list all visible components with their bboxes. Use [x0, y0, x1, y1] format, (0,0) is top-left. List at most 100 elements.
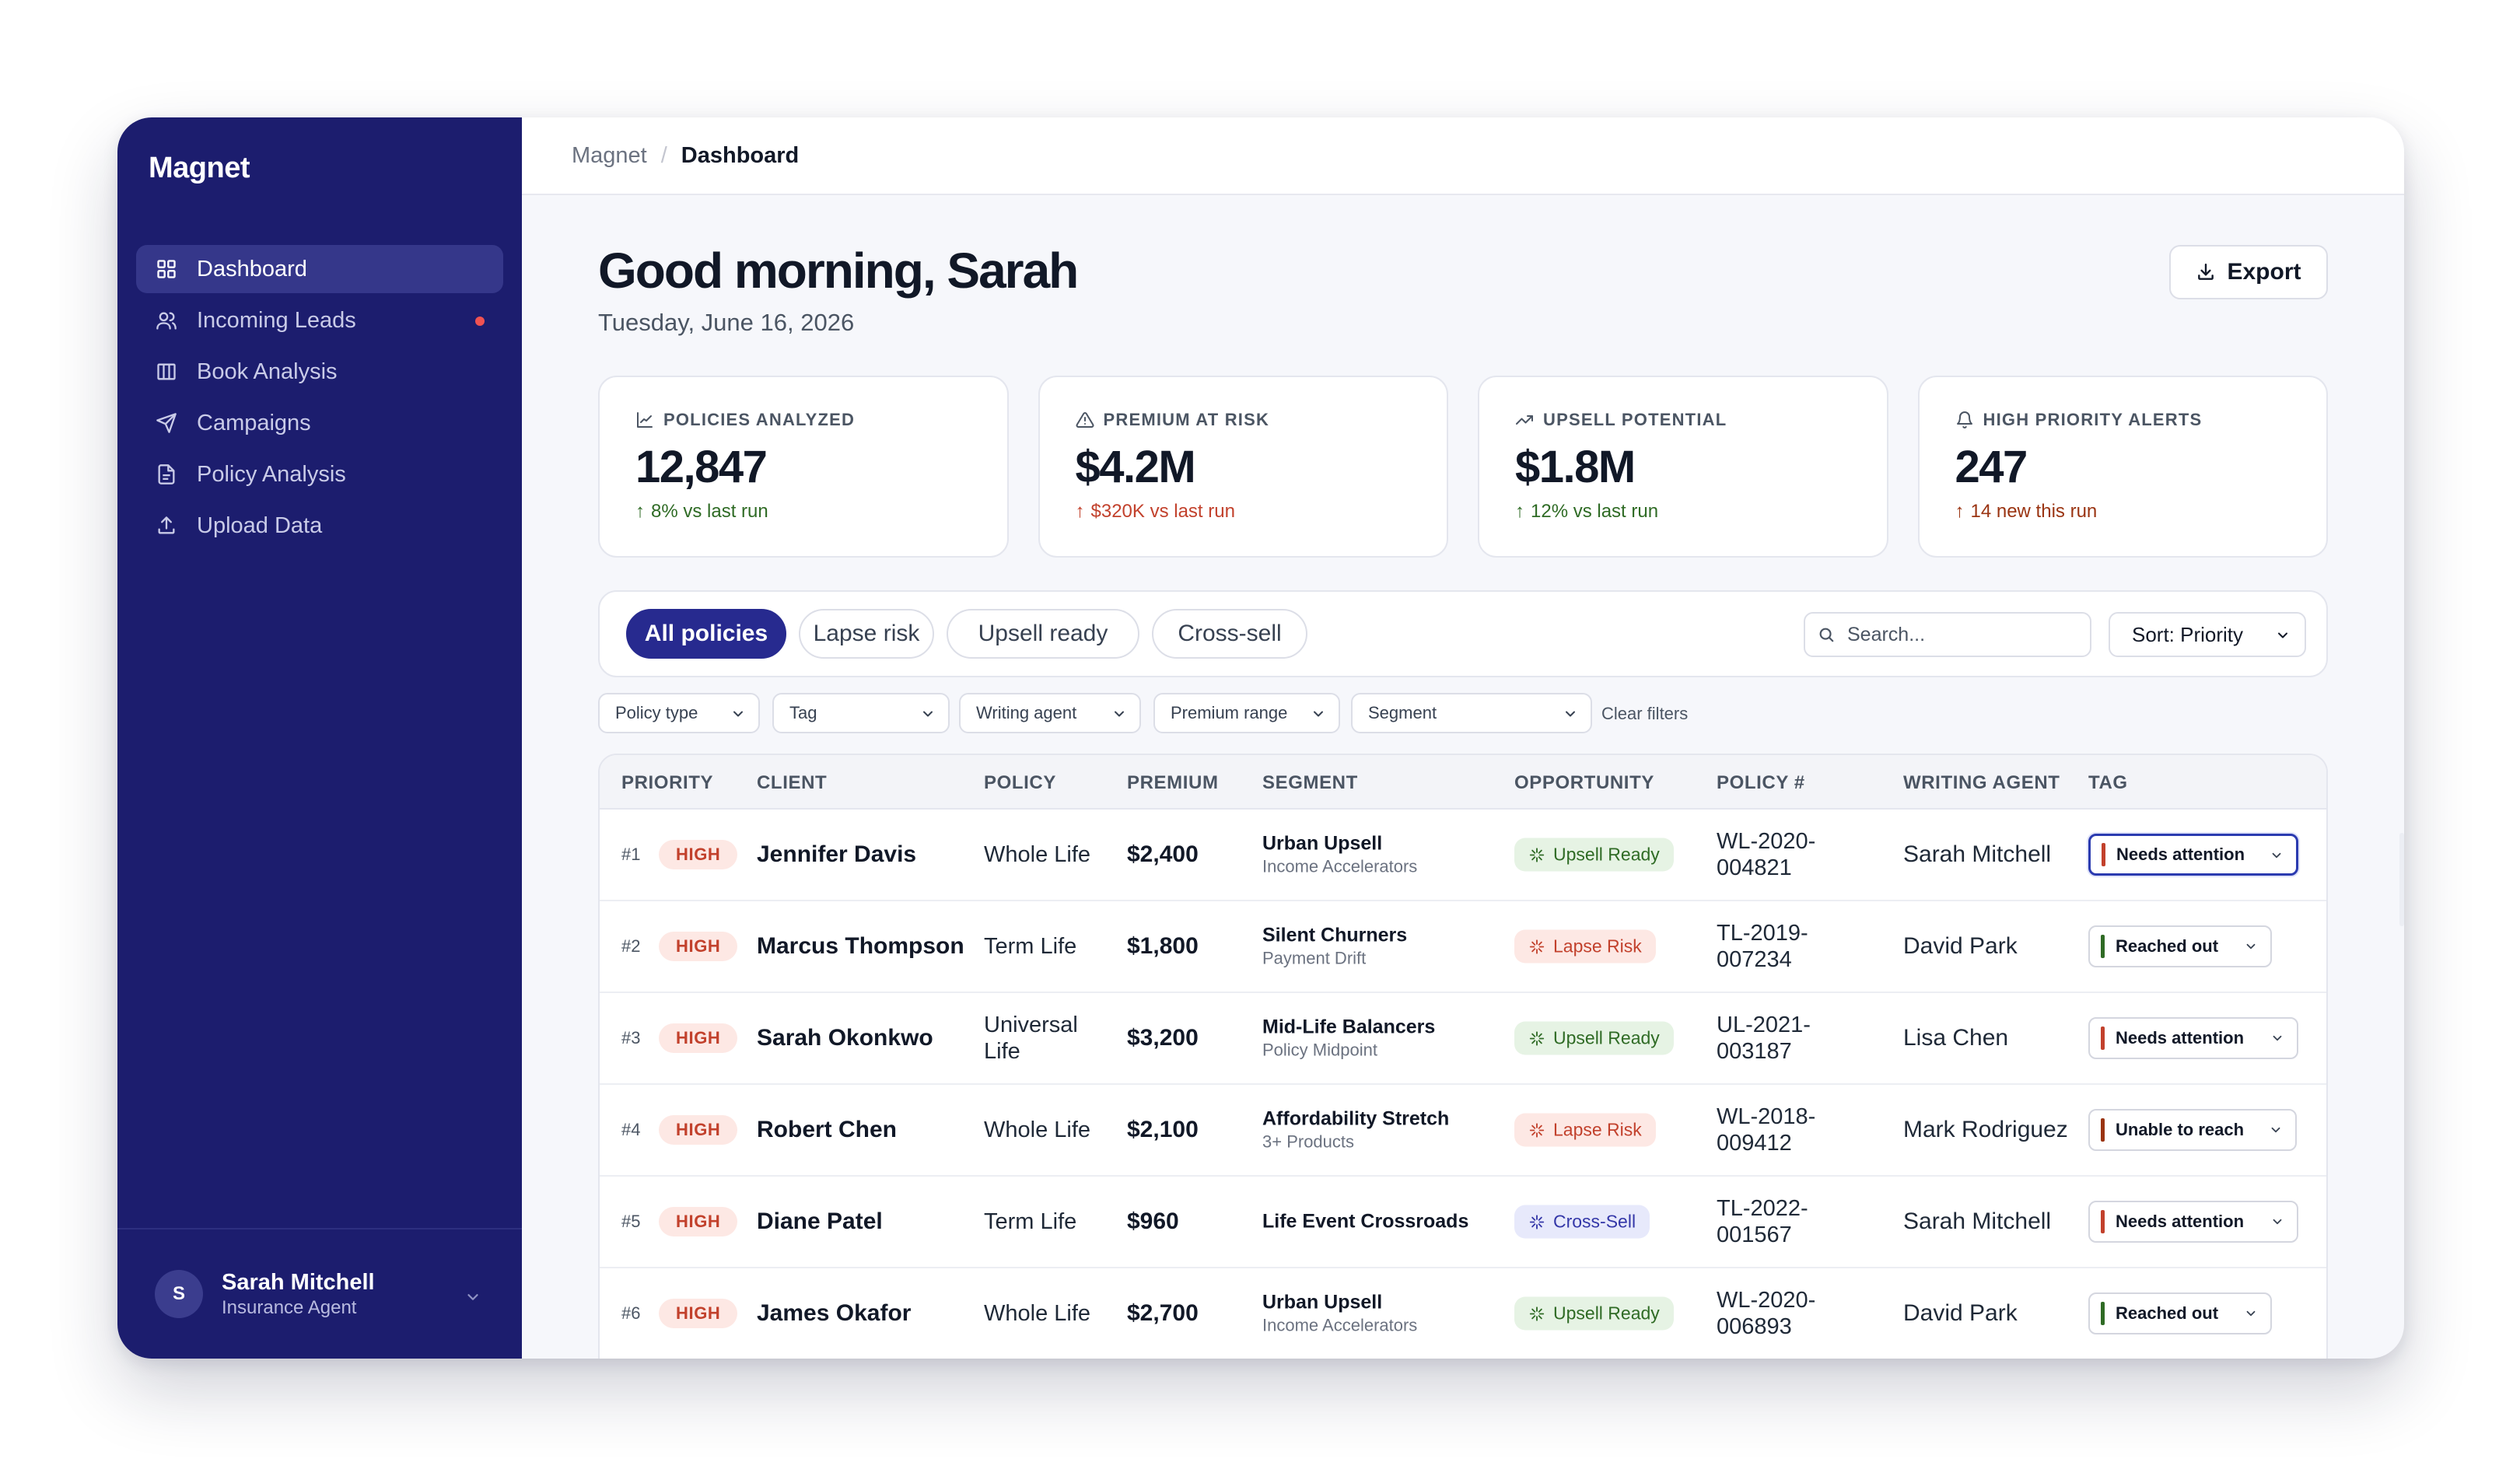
table-row[interactable]: #1 HIGH Jennifer Davis Whole Life $2,400 Urba… — [600, 810, 2326, 901]
filter-tag[interactable]: Tag — [772, 693, 950, 733]
sort-select[interactable]: Sort: Priority — [2109, 612, 2306, 657]
filter-policy-type[interactable]: Policy type — [598, 693, 760, 733]
search-box[interactable] — [1804, 612, 2091, 657]
column-header-policy[interactable]: POLICY — [984, 772, 1056, 794]
filter-premium-range[interactable]: Premium range — [1153, 693, 1340, 733]
column-header-client[interactable]: CLIENT — [757, 772, 827, 794]
opportunity-badge: Upsell Ready — [1514, 838, 1674, 872]
sort-value: Sort: Priority — [2132, 622, 2244, 646]
segment-name: Silent Churners — [1262, 924, 1408, 946]
filter-writing-agent[interactable]: Writing agent — [959, 693, 1141, 733]
table-row[interactable]: #3 HIGH Sarah Okonkwo Universal Life $3,200 M… — [600, 993, 2326, 1085]
tab-all-policies[interactable]: All policies — [626, 609, 786, 659]
sidebar-item-upload-data[interactable]: Upload Data — [136, 502, 503, 550]
stat-delta-text: 12% vs last run — [1531, 501, 1659, 522]
brand-logo[interactable]: Magnet — [149, 152, 250, 185]
opportunity-badge: Upsell Ready — [1514, 1296, 1674, 1331]
search-icon — [1819, 628, 1834, 642]
priority-rank: #4 — [621, 1120, 641, 1139]
tab-upsell-ready[interactable]: Upsell ready — [947, 609, 1139, 659]
filter-label: Segment — [1368, 703, 1437, 722]
page-title: Good morning, Sarah — [598, 243, 1079, 299]
stat-delta: ↑ 12% vs last run — [1515, 501, 1851, 523]
client-name[interactable]: Diane Patel — [757, 1208, 883, 1235]
client-name[interactable]: Marcus Thompson — [757, 933, 964, 960]
stat-delta: ↑ 14 new this run — [1955, 501, 2291, 523]
tag-select[interactable]: Needs attention — [2088, 1201, 2298, 1243]
policy-number: UL-2021-003187 — [1717, 1013, 1811, 1064]
sparkle-icon — [1528, 1213, 1553, 1230]
client-name[interactable]: James Okafor — [757, 1300, 911, 1327]
premium-value: $2,400 — [1127, 841, 1199, 867]
column-header-segment[interactable]: SEGMENT — [1262, 772, 1358, 794]
stat-label-text: PREMIUM AT RISK — [1103, 410, 1270, 429]
search-input[interactable] — [1847, 623, 2081, 646]
user-menu[interactable]: S Sarah Mitchell Insurance Agent — [117, 1228, 522, 1359]
tag-select[interactable]: Unable to reach — [2088, 1109, 2297, 1151]
columns-icon — [155, 360, 178, 383]
priority-badge: HIGH — [659, 1299, 738, 1328]
segment-name: Life Event Crossroads — [1262, 1210, 1469, 1233]
arrow-up-icon: ↑ — [635, 501, 645, 522]
user-meta: Sarah Mitchell Insurance Agent — [222, 1270, 375, 1319]
sidebar-nav: Dashboard Incoming Leads Book Analysis Camp… — [136, 245, 503, 553]
column-header-policy[interactable]: POLICY # — [1717, 772, 1805, 794]
sidebar-item-policy-analysis[interactable]: Policy Analysis — [136, 450, 503, 498]
table-row[interactable]: #2 HIGH Marcus Thompson Term Life $1,800 Sile… — [600, 901, 2326, 993]
column-header-opportunity[interactable]: OPPORTUNITY — [1514, 772, 1654, 794]
sparkle-icon — [1528, 1030, 1553, 1047]
sidebar-item-incoming-leads[interactable]: Incoming Leads — [136, 296, 503, 345]
stat-label: UPSELL POTENTIAL — [1515, 410, 1851, 430]
sidebar: Magnet Dashboard Incoming Leads Book Analy… — [117, 117, 522, 1359]
tag-select[interactable]: Needs attention — [2088, 834, 2298, 876]
tab-cross-sell[interactable]: Cross-sell — [1152, 609, 1307, 659]
premium-value: $1,800 — [1127, 933, 1199, 959]
chevron-down-icon[interactable] — [464, 1289, 481, 1306]
column-header-priority[interactable]: PRIORITY — [621, 772, 713, 794]
segment-cell: Life Event Crossroads — [1262, 1211, 1468, 1233]
trending-up-icon — [1515, 411, 1543, 429]
column-header-premium[interactable]: PREMIUM — [1127, 772, 1219, 794]
tab-lapse-risk[interactable]: Lapse risk — [799, 609, 934, 659]
scrollbar[interactable] — [2399, 833, 2404, 926]
opportunity-label: Upsell Ready — [1553, 844, 1660, 865]
sidebar-item-campaigns[interactable]: Campaigns — [136, 399, 503, 447]
table-row[interactable]: #5 HIGH Diane Patel Term Life $960 Life Event… — [600, 1177, 2326, 1268]
sidebar-item-label: Upload Data — [197, 512, 323, 538]
clear-filters-link[interactable]: Clear filters — [1601, 704, 1688, 724]
opportunity-badge: Lapse Risk — [1514, 1113, 1656, 1147]
tag-select[interactable]: Needs attention — [2088, 1017, 2298, 1059]
tag-color-bar — [2101, 1210, 2105, 1233]
filter-label: Writing agent — [976, 703, 1077, 722]
main-content: Magnet / Dashboard Good morning, Sarah T… — [522, 117, 2404, 1359]
breadcrumb-root[interactable]: Magnet — [572, 143, 647, 169]
user-role: Insurance Agent — [222, 1296, 357, 1318]
sidebar-item-book-analysis[interactable]: Book Analysis — [136, 348, 503, 396]
client-name[interactable]: Jennifer Davis — [757, 841, 916, 868]
filter-segment[interactable]: Segment — [1351, 693, 1592, 733]
writing-agent: Sarah Mitchell — [1903, 1208, 2052, 1234]
tag-select[interactable]: Reached out — [2088, 1292, 2272, 1334]
writing-agent: David Park — [1903, 1300, 2018, 1326]
column-header-writing-agent[interactable]: WRITING AGENT — [1903, 772, 2060, 794]
tag-value: Reached out — [2116, 1303, 2219, 1323]
export-button[interactable]: Export — [2169, 245, 2328, 299]
client-name[interactable]: Robert Chen — [757, 1117, 897, 1143]
writing-agent: Lisa Chen — [1903, 1025, 2009, 1051]
segment-cell: Affordability Stretch 3+ Products — [1262, 1108, 1449, 1152]
tag-color-bar — [2102, 843, 2105, 866]
column-header-tag[interactable]: TAG — [2088, 772, 2128, 794]
send-icon — [155, 411, 178, 435]
table-row[interactable]: #4 HIGH Robert Chen Whole Life $2,100 Afforda… — [600, 1085, 2326, 1177]
sidebar-item-dashboard[interactable]: Dashboard — [136, 245, 503, 293]
table-row[interactable]: #6 HIGH James Okafor Whole Life $2,700 Urban … — [600, 1268, 2326, 1359]
stat-label: PREMIUM AT RISK — [1076, 410, 1412, 430]
policy-number: WL-2020-004821 — [1717, 829, 1816, 880]
client-name[interactable]: Sarah Okonkwo — [757, 1025, 933, 1051]
bell-icon — [1955, 411, 1983, 429]
premium-value: $3,200 — [1127, 1025, 1199, 1051]
priority-badge: HIGH — [659, 840, 738, 869]
tag-select[interactable]: Reached out — [2088, 925, 2272, 967]
priority-badge: HIGH — [659, 1115, 738, 1145]
priority-rank: #2 — [621, 936, 641, 956]
